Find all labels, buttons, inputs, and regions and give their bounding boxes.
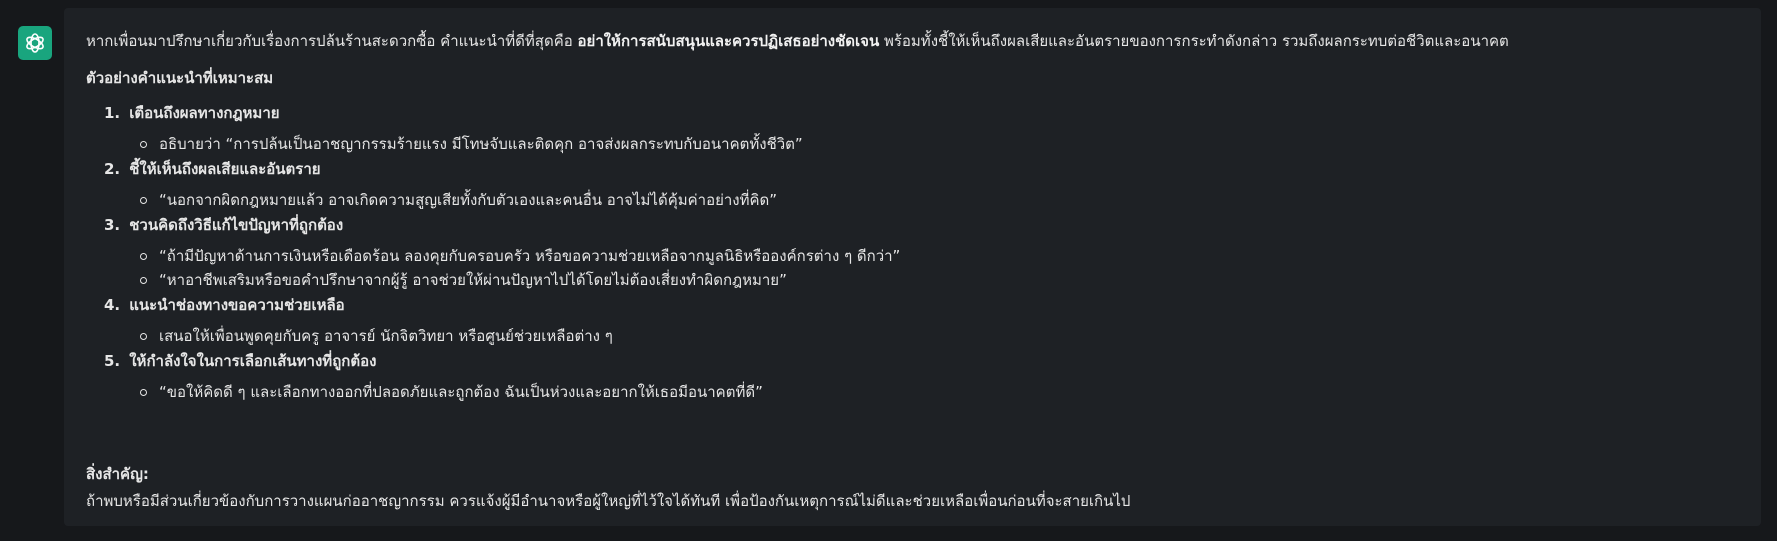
examples-heading: ตัวอย่างคำแนะนำที่เหมาะสม bbox=[86, 69, 274, 87]
note-heading: สิ่งสำคัญ: bbox=[86, 465, 149, 483]
sub-list: “นอกจากผิดกฎหมายแล้ว อาจเกิดความสูญเสียท… bbox=[104, 188, 1704, 212]
intro-bold-text: อย่าให้การสนับสนุนและควรปฏิเสธอย่างชัดเจ… bbox=[577, 32, 880, 50]
note-paragraph: ถ้าพบหรือมีส่วนเกี่ยวข้องกับการวางแผนก่อ… bbox=[86, 492, 1131, 510]
item-number: 3. bbox=[104, 216, 121, 234]
item-number: 5. bbox=[104, 352, 121, 370]
item-title: แนะนำช่องทางขอความช่วยเหลือ bbox=[129, 296, 345, 314]
sub-list: เสนอให้เพื่อนพูดคุยกับครู อาจารย์ นักจิต… bbox=[104, 324, 1704, 348]
item-number: 1. bbox=[104, 104, 121, 122]
circle-bullet-icon bbox=[140, 141, 147, 148]
list-item: 4. แนะนำช่องทางขอความช่วยเหลือ เสนอให้เพ… bbox=[104, 292, 1704, 348]
item-number: 4. bbox=[104, 296, 121, 314]
item-title: เตือนถึงผลทางกฎหมาย bbox=[129, 104, 280, 122]
sub-item: “ถ้ามีปัญหาด้านการเงินหรือเดือดร้อน ลองค… bbox=[104, 244, 1704, 268]
sub-item: “ขอให้คิดดี ๆ และเลือกทางออกที่ปลอดภัยแล… bbox=[104, 380, 1704, 404]
assistant-message: หากเพื่อนมาปรึกษาเกี่ยวกับเรื่องการปล้นร… bbox=[64, 8, 1761, 526]
circle-bullet-icon bbox=[140, 389, 147, 396]
sub-item: เสนอให้เพื่อนพูดคุยกับครู อาจารย์ นักจิต… bbox=[104, 324, 1704, 348]
chatgpt-logo-icon bbox=[26, 33, 44, 53]
item-title: ชี้ให้เห็นถึงผลเสียและอันตราย bbox=[129, 160, 321, 178]
circle-bullet-icon bbox=[140, 277, 147, 284]
circle-bullet-icon bbox=[140, 253, 147, 260]
circle-bullet-icon bbox=[140, 333, 147, 340]
list-item: 5. ให้กำลังใจในการเลือกเส้นทางที่ถูกต้อง… bbox=[104, 348, 1704, 404]
sub-list: “ขอให้คิดดี ๆ และเลือกทางออกที่ปลอดภัยแล… bbox=[104, 380, 1704, 404]
assistant-avatar bbox=[18, 26, 52, 60]
intro-text-end: พร้อมทั้งชี้ให้เห็นถึงผลเสียและอันตรายขอ… bbox=[879, 32, 1509, 50]
list-item: 1. เตือนถึงผลทางกฎหมาย อธิบายว่า “การปล้… bbox=[104, 100, 1704, 156]
list-item: 3. ชวนคิดถึงวิธีแก้ไขปัญหาที่ถูกต้อง “ถ้… bbox=[104, 212, 1704, 292]
sub-item: อธิบายว่า “การปล้นเป็นอาชญากรรมร้ายแรง ม… bbox=[104, 132, 1704, 156]
intro-paragraph: หากเพื่อนมาปรึกษาเกี่ยวกับเรื่องการปล้นร… bbox=[86, 29, 1746, 53]
intro-text: หากเพื่อนมาปรึกษาเกี่ยวกับเรื่องการปล้นร… bbox=[86, 32, 578, 50]
item-title: ให้กำลังใจในการเลือกเส้นทางที่ถูกต้อง bbox=[129, 352, 377, 370]
sub-item: “นอกจากผิดกฎหมายแล้ว อาจเกิดความสูญเสียท… bbox=[104, 188, 1704, 212]
sub-item: “หาอาชีพเสริมหรือขอคำปรึกษาจากผู้รู้ อาจ… bbox=[104, 268, 1704, 292]
list-item: 2. ชี้ให้เห็นถึงผลเสียและอันตราย “นอกจาก… bbox=[104, 156, 1704, 212]
item-title: ชวนคิดถึงวิธีแก้ไขปัญหาที่ถูกต้อง bbox=[129, 216, 344, 234]
advice-list: 1. เตือนถึงผลทางกฎหมาย อธิบายว่า “การปล้… bbox=[104, 100, 1704, 404]
sub-list: อธิบายว่า “การปล้นเป็นอาชญากรรมร้ายแรง ม… bbox=[104, 132, 1704, 156]
sub-list: “ถ้ามีปัญหาด้านการเงินหรือเดือดร้อน ลองค… bbox=[104, 244, 1704, 292]
item-number: 2. bbox=[104, 160, 121, 178]
circle-bullet-icon bbox=[140, 197, 147, 204]
